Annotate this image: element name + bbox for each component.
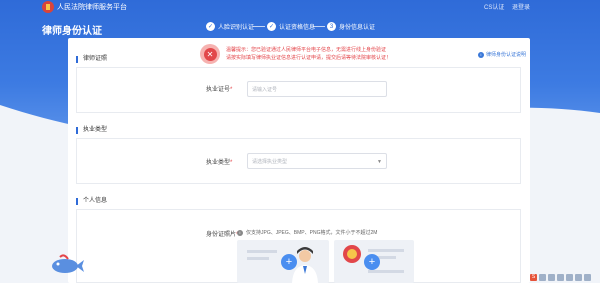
practice-type-select[interactable]: 请选择执业类型 ▼ xyxy=(247,153,387,169)
add-photo-button[interactable]: + xyxy=(364,254,380,270)
tray-icon[interactable] xyxy=(566,273,573,281)
tray-icon[interactable] xyxy=(575,273,582,281)
tray-icon[interactable] xyxy=(548,273,555,281)
section-title-practice-type: 执业类型 xyxy=(76,127,107,134)
step-label: 认证资格信息 xyxy=(279,25,316,31)
field-label-practice-type: 执业类型* xyxy=(206,160,233,166)
notice-line-1: 温馨提示：您已验证通过人民律师平台电子信息，无需进行线上身份验证 xyxy=(226,47,387,53)
warning-icon: ✕ xyxy=(200,44,220,64)
select-placeholder: 请选择执业类型 xyxy=(252,158,288,165)
section-title-license: 律师证照 xyxy=(76,56,107,63)
notice-line-2: 请按实际填写律师执业证信息进行认证申请，提交后请等待法院审核认证！ xyxy=(226,55,392,61)
step-qualification: ✓ 认证资格信息 xyxy=(267,22,315,31)
field-label-id-photo: 身份证照片* xyxy=(206,232,238,238)
step-label: 人脸识别认证 xyxy=(218,25,255,31)
step-number: 3 xyxy=(327,22,336,31)
section-title-personal-info: 个人信息 xyxy=(76,198,107,205)
notice-text: 温馨提示：您已验证通过人民律师平台电子信息，无需进行线上身份验证 请按实际填写律… xyxy=(226,46,406,62)
system-tray: S xyxy=(530,271,600,283)
guide-link[interactable]: i 律师身份认证说明 xyxy=(478,51,526,58)
page-title: 律师身份认证 xyxy=(42,26,102,37)
user-auth-link[interactable]: CS认证 xyxy=(484,2,504,11)
tray-icon[interactable] xyxy=(539,273,546,281)
top-bar: 人民法院律师服务平台 CS认证 退登录 xyxy=(0,0,600,14)
id-back-upload[interactable]: + xyxy=(334,240,414,283)
tray-icon[interactable] xyxy=(557,273,564,281)
check-icon: ✓ xyxy=(267,22,276,31)
court-emblem-icon xyxy=(42,1,54,13)
step-face-recognition: ✓ 人脸识别认证 xyxy=(206,22,254,31)
logout-link[interactable]: 退登录 xyxy=(512,2,530,11)
upload-tip-text: 仅支持JPG、JPEG、BMP、PNG格式，文件小于不超过2M xyxy=(246,230,378,236)
id-front-upload[interactable]: + xyxy=(237,240,329,283)
check-icon: ✓ xyxy=(206,22,215,31)
site-name[interactable]: 人民法院律师服务平台 xyxy=(57,2,127,12)
add-photo-button[interactable]: + xyxy=(281,254,297,270)
info-icon: i xyxy=(478,51,484,58)
step-label: 身份信息认证 xyxy=(339,25,376,31)
license-number-input[interactable]: 请输入证号 xyxy=(247,81,387,97)
chevron-down-icon: ▼ xyxy=(377,159,382,165)
mascot-fish-icon[interactable] xyxy=(50,253,84,275)
step-identity: 3 身份信息认证 xyxy=(327,22,375,31)
info-icon: i xyxy=(237,229,243,236)
sogou-ime-icon[interactable]: S xyxy=(530,273,537,281)
notice-box: ✕ 温馨提示：您已验证通过人民律师平台电子信息，无需进行线上身份验证 请按实际填… xyxy=(200,44,400,68)
tray-icon[interactable] xyxy=(584,273,591,281)
step-connector xyxy=(253,26,265,27)
field-label-license-number: 执业证号* xyxy=(206,87,233,93)
upload-tip: i 仅支持JPG、JPEG、BMP、PNG格式，文件小于不超过2M xyxy=(237,229,377,236)
guide-link-label: 律师身份认证说明 xyxy=(486,52,527,58)
